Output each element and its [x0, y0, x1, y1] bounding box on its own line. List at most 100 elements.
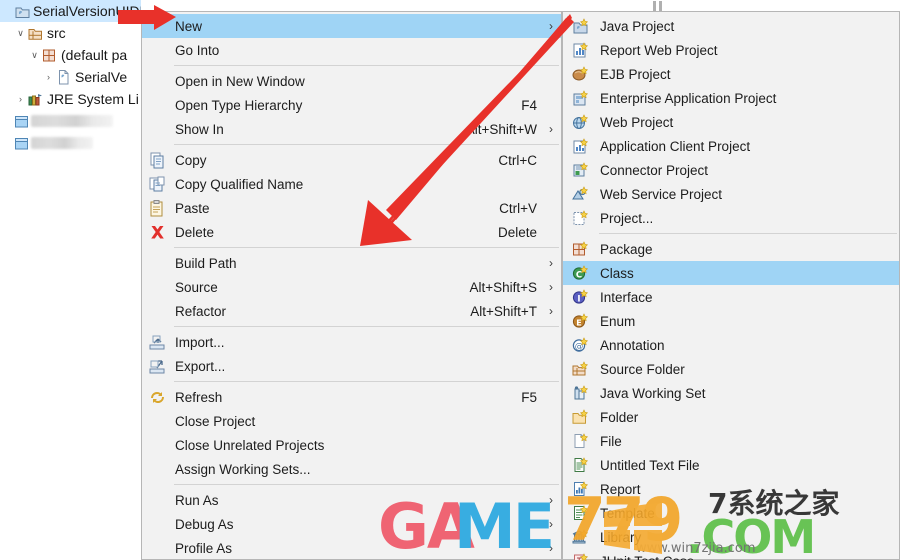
menu-item-label: New: [175, 18, 203, 34]
menu-item-label: Enum: [600, 313, 636, 329]
menu-item-label: Import...: [175, 334, 225, 350]
context-menu-item-export[interactable]: Export...›: [142, 354, 561, 378]
menu-item-label: Untitled Text File: [600, 457, 700, 473]
new-submenu-item-ejb-project[interactable]: EJB Project: [563, 62, 899, 86]
menu-item-label: Report Web Project: [600, 42, 718, 58]
class-new-icon: C: [563, 264, 597, 282]
new-submenu-item-interface[interactable]: I Interface: [563, 285, 899, 309]
context-menu-item-copy-qualified-name[interactable]: Copy Qualified Name›: [142, 172, 561, 196]
tree-item[interactable]: SerialVersionUIDD: [0, 0, 141, 22]
svg-text:C: C: [575, 270, 581, 280]
menu-item-label: Delete: [175, 224, 215, 240]
package-explorer-tree[interactable]: SerialVersionUIDD ∨ src ∨ (default pa › Serial…: [0, 0, 141, 560]
tree-item[interactable]: [0, 132, 141, 154]
context-menu-item-build-path[interactable]: Build Path ›: [142, 251, 561, 275]
new-submenu-item-report[interactable]: Report: [563, 477, 899, 501]
context-menu-item-assign-working-sets[interactable]: Assign Working Sets...›: [142, 457, 561, 481]
tree-item[interactable]: ∨ (default pa: [0, 44, 141, 66]
new-submenu-item-folder[interactable]: Folder: [563, 405, 899, 429]
menu-separator: [174, 144, 559, 145]
chevron-right-icon[interactable]: ›: [42, 72, 55, 82]
chevron-right-icon[interactable]: ›: [14, 94, 27, 104]
menu-item-label: Project...: [600, 210, 654, 226]
refresh-icon: [142, 389, 172, 406]
folder-new-icon: [563, 408, 597, 426]
submenu-chevron-icon: ›: [549, 517, 553, 531]
new-submenu-item-java-project[interactable]: Java Project: [563, 14, 899, 38]
menu-item-label: Application Client Project: [600, 138, 751, 154]
new-submenu[interactable]: Java Project Report Web Project EJB Projec…: [562, 11, 900, 560]
menu-item-label: Folder: [600, 409, 639, 425]
menu-item-label: Export...: [175, 358, 226, 374]
submenu-chevron-icon: ›: [549, 122, 553, 136]
menu-separator: [174, 381, 559, 382]
menu-item-label: Open Type Hierarchy: [175, 97, 303, 113]
context-menu-item-source[interactable]: Source Alt+Shift+S ›: [142, 275, 561, 299]
interface-new-icon: I: [563, 288, 597, 306]
menu-item-shortcut: Alt+Shift+S: [469, 279, 537, 295]
context-menu-item-import[interactable]: Import...›: [142, 330, 561, 354]
menu-item-label: Web Service Project: [600, 186, 723, 202]
menu-item-shortcut: Ctrl+V: [499, 200, 537, 216]
new-submenu-item-file[interactable]: File: [563, 429, 899, 453]
context-menu-item-copy[interactable]: CopyCtrl+C›: [142, 148, 561, 172]
new-submenu-item-template[interactable]: Template: [563, 501, 899, 525]
new-submenu-item-junit-test-case[interactable]: JUnit Test Case: [563, 549, 899, 560]
tree-item[interactable]: ∨ src: [0, 22, 141, 44]
tree-item[interactable]: [0, 110, 141, 132]
context-menu-item-go-into[interactable]: Go Into›: [142, 38, 561, 62]
new-submenu-item-application-client-project[interactable]: Application Client Project: [563, 134, 899, 158]
new-submenu-item-connector-project[interactable]: Connector Project: [563, 158, 899, 182]
context-menu-item-profile-as[interactable]: Profile As ›: [142, 536, 561, 560]
new-submenu-item-project[interactable]: Project...: [563, 206, 899, 230]
new-submenu-item-web-service-project[interactable]: Web Service Project: [563, 182, 899, 206]
context-menu-item-new[interactable]: New ›: [142, 14, 561, 38]
context-menu-item-debug-as[interactable]: Debug As ›: [142, 512, 561, 536]
submenu-chevron-icon: ›: [549, 256, 553, 270]
package-explorer-context-menu[interactable]: New›Go Into›Open in New Window›Open Type…: [141, 11, 562, 560]
context-menu-item-paste[interactable]: PasteCtrl+V›: [142, 196, 561, 220]
new-submenu-item-report-web-project[interactable]: Report Web Project: [563, 38, 899, 62]
new-submenu-item-library[interactable]: Library: [563, 525, 899, 549]
context-menu-item-show-in[interactable]: Show In Alt+Shift+W ›: [142, 117, 561, 141]
context-menu-item-refresh[interactable]: RefreshF5›: [142, 385, 561, 409]
new-submenu-item-class[interactable]: C Class: [563, 261, 899, 285]
new-submenu-item-java-working-set[interactable]: Java Working Set: [563, 381, 899, 405]
menu-separator: [599, 233, 897, 234]
scrollbar-thumb-a[interactable]: [653, 1, 656, 11]
menu-item-label: Profile As: [175, 540, 233, 556]
menu-item-label: Web Project: [600, 114, 674, 130]
menu-item-label: Assign Working Sets...: [175, 461, 311, 477]
new-submenu-item-web-project[interactable]: Web Project: [563, 110, 899, 134]
chevron-down-icon[interactable]: ∨: [28, 50, 41, 60]
tree-item[interactable]: › SerialVe: [0, 66, 141, 88]
new-submenu-item-enum[interactable]: E Enum: [563, 309, 899, 333]
new-submenu-item-untitled-text-file[interactable]: Untitled Text File: [563, 453, 899, 477]
scrollbar-thumb-b[interactable]: [659, 1, 662, 11]
menu-item-label: Paste: [175, 200, 210, 216]
menu-item-label: Java Working Set: [600, 385, 706, 401]
chevron-down-icon[interactable]: ∨: [14, 28, 27, 38]
new-submenu-item-annotation[interactable]: @ Annotation: [563, 333, 899, 357]
tree-item[interactable]: › JRE System Li: [0, 88, 141, 110]
redacted-tree-label: [31, 137, 93, 149]
menu-item-label: Package: [600, 241, 653, 257]
new-submenu-item-enterprise-application-project[interactable]: Enterprise Application Project: [563, 86, 899, 110]
screenshot-root: SerialVersionUIDD ∨ src ∨ (default pa › Serial…: [0, 0, 900, 560]
context-menu-item-refactor[interactable]: Refactor Alt+Shift+T ›: [142, 299, 561, 323]
new-submenu-item-source-folder[interactable]: Source Folder: [563, 357, 899, 381]
new-submenu-item-package[interactable]: Package: [563, 237, 899, 261]
context-menu-item-close-unrelated-projects[interactable]: Close Unrelated Projects›: [142, 433, 561, 457]
menu-item-shortcut: Ctrl+C: [498, 152, 537, 168]
context-menu-item-close-project[interactable]: Close Project›: [142, 409, 561, 433]
submenu-chevron-icon: ›: [549, 493, 553, 507]
svg-text:E: E: [576, 318, 581, 327]
context-menu-item-open-in-new-window[interactable]: Open in New Window›: [142, 69, 561, 93]
menu-item-label: Close Unrelated Projects: [175, 437, 325, 453]
menu-item-label: Report: [600, 481, 641, 497]
menu-item-label: Template: [600, 505, 655, 521]
context-menu-item-delete[interactable]: DeleteDelete›: [142, 220, 561, 244]
context-menu-item-run-as[interactable]: Run As ›: [142, 488, 561, 512]
java-working-set-icon: [563, 384, 597, 402]
context-menu-item-open-type-hierarchy[interactable]: Open Type HierarchyF4›: [142, 93, 561, 117]
